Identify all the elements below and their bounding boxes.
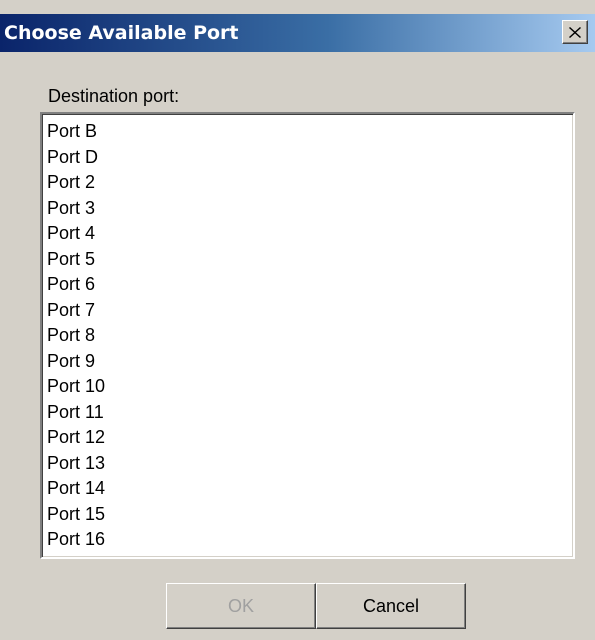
close-button[interactable] bbox=[562, 20, 588, 44]
window-title: Choose Available Port bbox=[4, 22, 239, 44]
port-list-item[interactable]: Port 4 bbox=[47, 221, 571, 247]
port-list-item[interactable]: Port 13 bbox=[47, 451, 571, 477]
destination-port-listbox[interactable]: Port B Port D Port 2 Port 3 Port 4 Port 5 Port… bbox=[40, 112, 575, 559]
port-list-item[interactable]: Port 10 bbox=[47, 374, 571, 400]
port-list-item[interactable]: Port 11 bbox=[47, 400, 571, 426]
ok-button[interactable]: OK bbox=[166, 583, 316, 629]
port-list-item[interactable]: Port 6 bbox=[47, 272, 571, 298]
port-list-items: Port B Port D Port 2 Port 3 Port 4 Port 5 Port… bbox=[47, 119, 571, 553]
port-list-item[interactable]: Port D bbox=[47, 145, 571, 171]
port-list-item[interactable]: Port 15 bbox=[47, 502, 571, 528]
port-list-item[interactable]: Port 14 bbox=[47, 476, 571, 502]
destination-port-label: Destination port: bbox=[48, 86, 180, 106]
port-list-item[interactable]: Port 7 bbox=[47, 298, 571, 324]
port-list-item[interactable]: Port 8 bbox=[47, 323, 571, 349]
port-list-item[interactable]: Port 16 bbox=[47, 527, 571, 553]
title-bar[interactable]: Choose Available Port bbox=[0, 14, 595, 52]
port-list-item[interactable]: Port 2 bbox=[47, 170, 571, 196]
port-list-item[interactable]: Port 9 bbox=[47, 349, 571, 375]
port-list-item[interactable]: Port 12 bbox=[47, 425, 571, 451]
port-list-item[interactable]: Port 3 bbox=[47, 196, 571, 222]
port-list-item[interactable]: Port B bbox=[47, 119, 571, 145]
cancel-button[interactable]: Cancel bbox=[316, 583, 466, 629]
choose-port-dialog: Choose Available Port Destination port: … bbox=[0, 0, 595, 640]
close-x-icon bbox=[569, 26, 581, 38]
port-list-item[interactable]: Port 5 bbox=[47, 247, 571, 273]
